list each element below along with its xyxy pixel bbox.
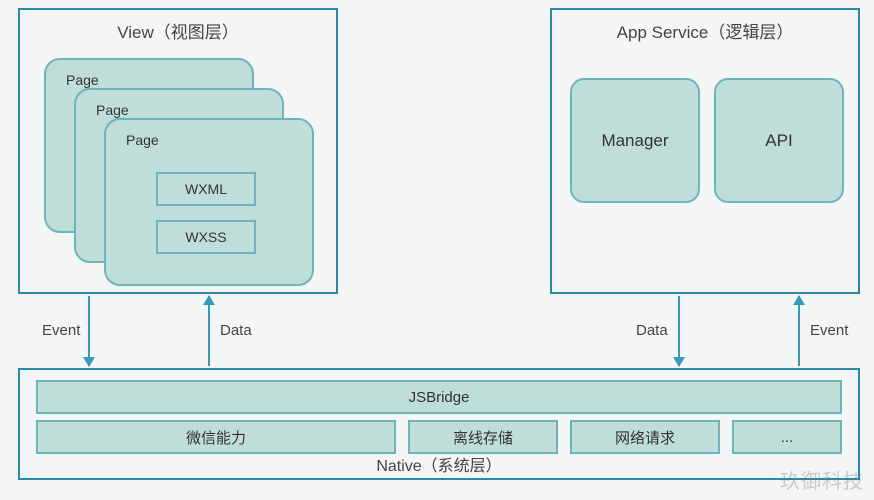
page-label: Page	[126, 132, 159, 148]
page-label: Page	[96, 102, 129, 118]
arrow-label-event: Event	[42, 322, 80, 339]
native-cell-network: 网络请求	[570, 420, 720, 454]
arrow-service-data-down	[678, 296, 680, 366]
native-cell-wechat: 微信能力	[36, 420, 396, 454]
arrow-label-data: Data	[220, 322, 252, 339]
arrow-view-event-down	[88, 296, 90, 366]
view-layer-box: View（视图层） Page Page Page WXML WXSS	[18, 8, 338, 294]
native-layer-box: JSBridge 微信能力 离线存储 网络请求 ... Native（系统层）	[18, 368, 860, 480]
manager-box: Manager	[570, 78, 700, 203]
app-service-layer-box: App Service（逻辑层） Manager API	[550, 8, 860, 294]
native-cell-more: ...	[732, 420, 842, 454]
app-service-title: App Service（逻辑层）	[552, 10, 858, 43]
jsbridge-box: JSBridge	[36, 380, 842, 414]
arrow-view-data-up	[208, 296, 210, 366]
page-label: Page	[66, 72, 99, 88]
api-box: API	[714, 78, 844, 203]
wxml-box: WXML	[156, 172, 256, 206]
watermark-text: 玖御科技	[780, 465, 864, 494]
arrow-label-event: Event	[810, 322, 848, 339]
native-cell-storage: 离线存储	[408, 420, 558, 454]
arrow-service-event-up	[798, 296, 800, 366]
view-layer-title: View（视图层）	[20, 10, 336, 43]
wxss-box: WXSS	[156, 220, 256, 254]
arrow-label-data: Data	[636, 322, 668, 339]
native-capabilities-row: 微信能力 离线存储 网络请求 ...	[36, 420, 842, 454]
native-layer-title: Native（系统层）	[20, 452, 858, 476]
page-card-front: Page WXML WXSS	[104, 118, 314, 286]
